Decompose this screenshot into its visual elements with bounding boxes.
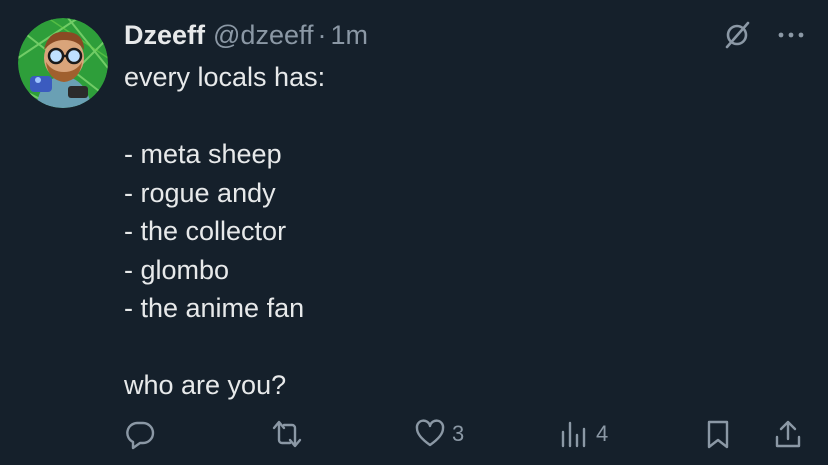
- action-bar: 3 4: [124, 414, 808, 454]
- tweet-header: Dzeeff @dzeeff · 1m: [124, 18, 368, 52]
- tweet-text: every locals has: - meta sheep - rogue a…: [124, 58, 804, 405]
- bookmark-button[interactable]: [702, 414, 734, 454]
- views-button[interactable]: 4: [558, 414, 608, 454]
- timestamp[interactable]: 1m: [331, 20, 369, 51]
- user-handle[interactable]: @dzeeff: [213, 20, 313, 51]
- tweet-text-line: [124, 97, 804, 136]
- share-button[interactable]: [772, 414, 804, 454]
- display-name[interactable]: Dzeeff: [124, 20, 205, 51]
- avatar[interactable]: [18, 18, 108, 108]
- top-right-actions: [722, 20, 806, 50]
- tweet-text-line: [124, 328, 804, 367]
- reply-icon: [124, 418, 156, 450]
- repost-icon: [270, 418, 304, 450]
- tweet-text-line: - the collector: [124, 216, 287, 246]
- grok-icon[interactable]: [722, 20, 752, 50]
- bookmark-icon: [702, 418, 734, 450]
- tweet-text-line: who are you?: [124, 370, 287, 400]
- views-icon: [558, 418, 590, 450]
- more-icon[interactable]: [776, 20, 806, 50]
- views-count: 4: [596, 421, 609, 446]
- avatar-icon: [18, 18, 108, 108]
- repost-button[interactable]: [270, 414, 310, 454]
- separator-dot: ·: [317, 19, 327, 50]
- tweet-text-line: every locals has:: [124, 62, 326, 92]
- tweet-text-line: - meta sheep: [124, 139, 282, 169]
- like-count: 3: [452, 421, 465, 446]
- share-icon: [772, 418, 804, 450]
- tweet-text-line: - the anime fan: [124, 293, 305, 323]
- tweet-text-line: - rogue andy: [124, 177, 276, 208]
- heart-icon: [414, 418, 446, 450]
- tweet: Dzeeff @dzeeff · 1m every locals has: - …: [0, 0, 828, 465]
- like-button[interactable]: 3: [414, 414, 464, 454]
- tweet-text-line: - glombo: [124, 254, 230, 285]
- reply-button[interactable]: [124, 414, 156, 454]
